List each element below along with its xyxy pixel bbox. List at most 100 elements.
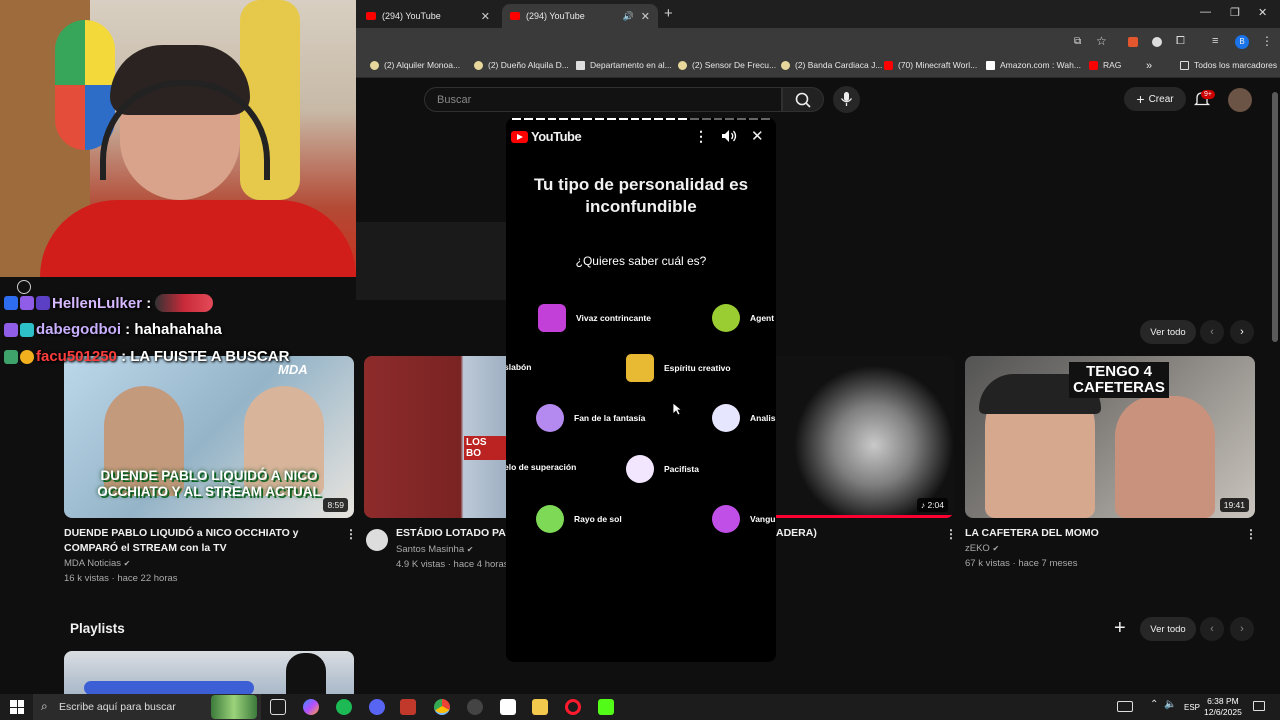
- add-playlist-icon[interactable]: +: [1114, 617, 1126, 640]
- option-vivaz-contrincante[interactable]: Vivaz contrincante: [538, 304, 651, 332]
- bookmark-item[interactable]: (2) Alquiler Monoa...: [370, 60, 460, 70]
- browser-menu-icon[interactable]: ⋮: [1261, 34, 1273, 48]
- mouse-cursor-icon: [672, 402, 682, 416]
- channel-name[interactable]: zEKO ✔: [965, 541, 999, 556]
- all-bookmarks-folder[interactable]: Todos los marcadores: [1180, 60, 1277, 70]
- new-tab-icon[interactable]: +: [664, 5, 673, 22]
- search-input[interactable]: Buscar: [424, 87, 782, 112]
- video-thumbnail[interactable]: LOS BO: [364, 356, 506, 518]
- channel-avatar[interactable]: [366, 529, 388, 551]
- bookmarks-overflow-icon[interactable]: »: [1146, 60, 1152, 72]
- file-explorer-icon[interactable]: [532, 699, 548, 715]
- chat-message: facu501250 : LA FUISTE A BUSCAR: [4, 348, 289, 365]
- bookmark-item[interactable]: (2) Sensor De Frecu...: [678, 60, 776, 70]
- speaker-icon[interactable]: 🔈: [1164, 699, 1176, 710]
- chrome-icon[interactable]: [434, 699, 450, 715]
- option-pacifista[interactable]: Pacifista: [626, 455, 699, 483]
- chevron-up-icon[interactable]: ⌃: [1150, 699, 1158, 710]
- close-window-icon[interactable]: ✕: [1258, 6, 1267, 19]
- copilot-icon[interactable]: [303, 699, 319, 715]
- scroll-left-button[interactable]: ‹: [1200, 617, 1224, 641]
- thumbnail-caption: LOS BO: [464, 436, 506, 460]
- restore-icon[interactable]: ❐: [1230, 6, 1240, 19]
- extensions-puzzle-icon[interactable]: ⧠: [1176, 35, 1185, 48]
- extension-icon[interactable]: [1152, 37, 1162, 47]
- modal-title: Tu tipo de personalidad es inconfundible: [533, 175, 749, 216]
- video-title[interactable]: ESTÁDIO LOTADO PAR: [396, 526, 506, 541]
- volume-icon[interactable]: [720, 128, 738, 149]
- bookmark-item[interactable]: (70) Minecraft Worl...: [884, 60, 977, 70]
- bookmark-label: Amazon.com : Wah...: [1000, 60, 1081, 70]
- more-options-icon[interactable]: ⋮: [945, 527, 957, 541]
- channel-name[interactable]: Santos Masinha ✔: [396, 542, 473, 557]
- keyboard-icon[interactable]: [1117, 701, 1133, 712]
- create-button[interactable]: + Crear: [1124, 87, 1186, 111]
- option-vanguardista[interactable]: Vangu: [712, 505, 776, 533]
- video-thumbnail[interactable]: ♪ 2:04: [776, 356, 954, 518]
- more-options-icon[interactable]: ⋮: [345, 527, 357, 541]
- more-options-icon[interactable]: ⋮: [1245, 527, 1257, 541]
- option-espiritu-creativo[interactable]: Espíritu creativo: [626, 354, 731, 382]
- scroll-right-button[interactable]: ›: [1230, 617, 1254, 641]
- close-icon[interactable]: ✕: [751, 127, 764, 145]
- extension-icon[interactable]: [1128, 37, 1138, 47]
- voicemeeter-icon[interactable]: [400, 699, 416, 715]
- option-agent[interactable]: Agent: [712, 304, 774, 332]
- bookmark-label: (2) Alquiler Monoa...: [384, 60, 461, 70]
- option-label: Analis: [750, 413, 776, 423]
- profile-avatar[interactable]: B: [1235, 35, 1249, 49]
- language-indicator[interactable]: ESP: [1184, 703, 1200, 712]
- bookmark-item[interactable]: Amazon.com : Wah...: [986, 60, 1081, 70]
- close-tab-icon[interactable]: ✕: [481, 10, 490, 23]
- search-button[interactable]: [782, 87, 824, 112]
- scroll-left-button[interactable]: ‹: [1200, 320, 1224, 344]
- playlist-thumbnail[interactable]: [64, 651, 354, 694]
- video-title[interactable]: ADERA): [776, 526, 817, 541]
- page-scrollbar[interactable]: [1272, 92, 1278, 342]
- tab-youtube-2[interactable]: (294) YouTube 🔊 ✕: [502, 4, 658, 28]
- channel-name[interactable]: MDA Noticias ✔: [64, 556, 130, 571]
- bookmark-item[interactable]: (2) Dueño Alquila D...: [474, 60, 569, 70]
- video-thumbnail[interactable]: MDA DUENDE PABLO LIQUIDÓ A NICO OCCHIATO…: [64, 356, 354, 518]
- see-all-button[interactable]: Ver todo: [1140, 617, 1196, 641]
- bookmark-star-icon[interactable]: ☆: [1096, 34, 1107, 48]
- scroll-right-button[interactable]: ›: [1230, 320, 1254, 344]
- capcut-icon[interactable]: [500, 699, 516, 715]
- obs-icon[interactable]: [467, 699, 483, 715]
- video-title[interactable]: LA CAFETERA DEL MOMO: [965, 526, 1099, 541]
- notifications-icon[interactable]: [1253, 701, 1265, 711]
- discord-icon[interactable]: [369, 699, 385, 715]
- task-view-icon[interactable]: [270, 699, 286, 715]
- voice-search-button[interactable]: [833, 86, 860, 113]
- option-eslabon[interactable]: slabón: [506, 362, 531, 372]
- opera-icon[interactable]: [565, 699, 581, 715]
- media-controls-icon[interactable]: ≡: [1212, 35, 1218, 47]
- kick-icon[interactable]: [598, 699, 614, 715]
- option-rayo-de-sol[interactable]: Rayo de sol: [536, 505, 622, 533]
- option-fan-de-la-fantasia[interactable]: Fan de la fantasía: [536, 404, 645, 432]
- taskbar-search-input[interactable]: ⌕ Escribe aquí para buscar: [33, 694, 261, 720]
- audio-playing-icon[interactable]: 🔊: [623, 11, 634, 22]
- user-avatar[interactable]: [1228, 88, 1252, 112]
- option-label: Vivaz contrincante: [576, 313, 651, 323]
- video-thumbnail[interactable]: TENGO 4 CAFETERAS 19:41: [965, 356, 1255, 518]
- bookmark-item[interactable]: RAG: [1089, 60, 1121, 70]
- youtube-favicon-icon: [510, 12, 520, 20]
- minimize-icon[interactable]: —: [1200, 6, 1211, 18]
- close-tab-icon[interactable]: ✕: [641, 10, 650, 23]
- more-options-icon[interactable]: ⋮: [694, 128, 708, 145]
- tab-youtube-1[interactable]: (294) YouTube ✕: [358, 4, 498, 28]
- system-clock[interactable]: 6:38 PM 12/6/2025: [1204, 696, 1242, 718]
- see-all-button[interactable]: Ver todo: [1140, 320, 1196, 344]
- search-placeholder: Escribe aquí para buscar: [59, 701, 176, 713]
- video-title[interactable]: DUENDE PABLO LIQUIDÓ a NICO OCCHIATO y C…: [64, 526, 340, 556]
- chevron-left-icon: ‹: [1210, 623, 1214, 635]
- option-modelo-de-superacion[interactable]: elo de superación: [506, 462, 576, 472]
- windows-start-icon[interactable]: [10, 700, 24, 714]
- option-label: Fan de la fantasía: [574, 413, 646, 423]
- bookmark-item[interactable]: Departamento en al...: [576, 60, 672, 70]
- install-app-icon[interactable]: ⧉: [1074, 36, 1081, 47]
- option-analista[interactable]: Analis: [712, 404, 776, 432]
- spotify-icon[interactable]: [336, 699, 352, 715]
- bookmark-item[interactable]: (2) Banda Cardiaca J...: [781, 60, 882, 70]
